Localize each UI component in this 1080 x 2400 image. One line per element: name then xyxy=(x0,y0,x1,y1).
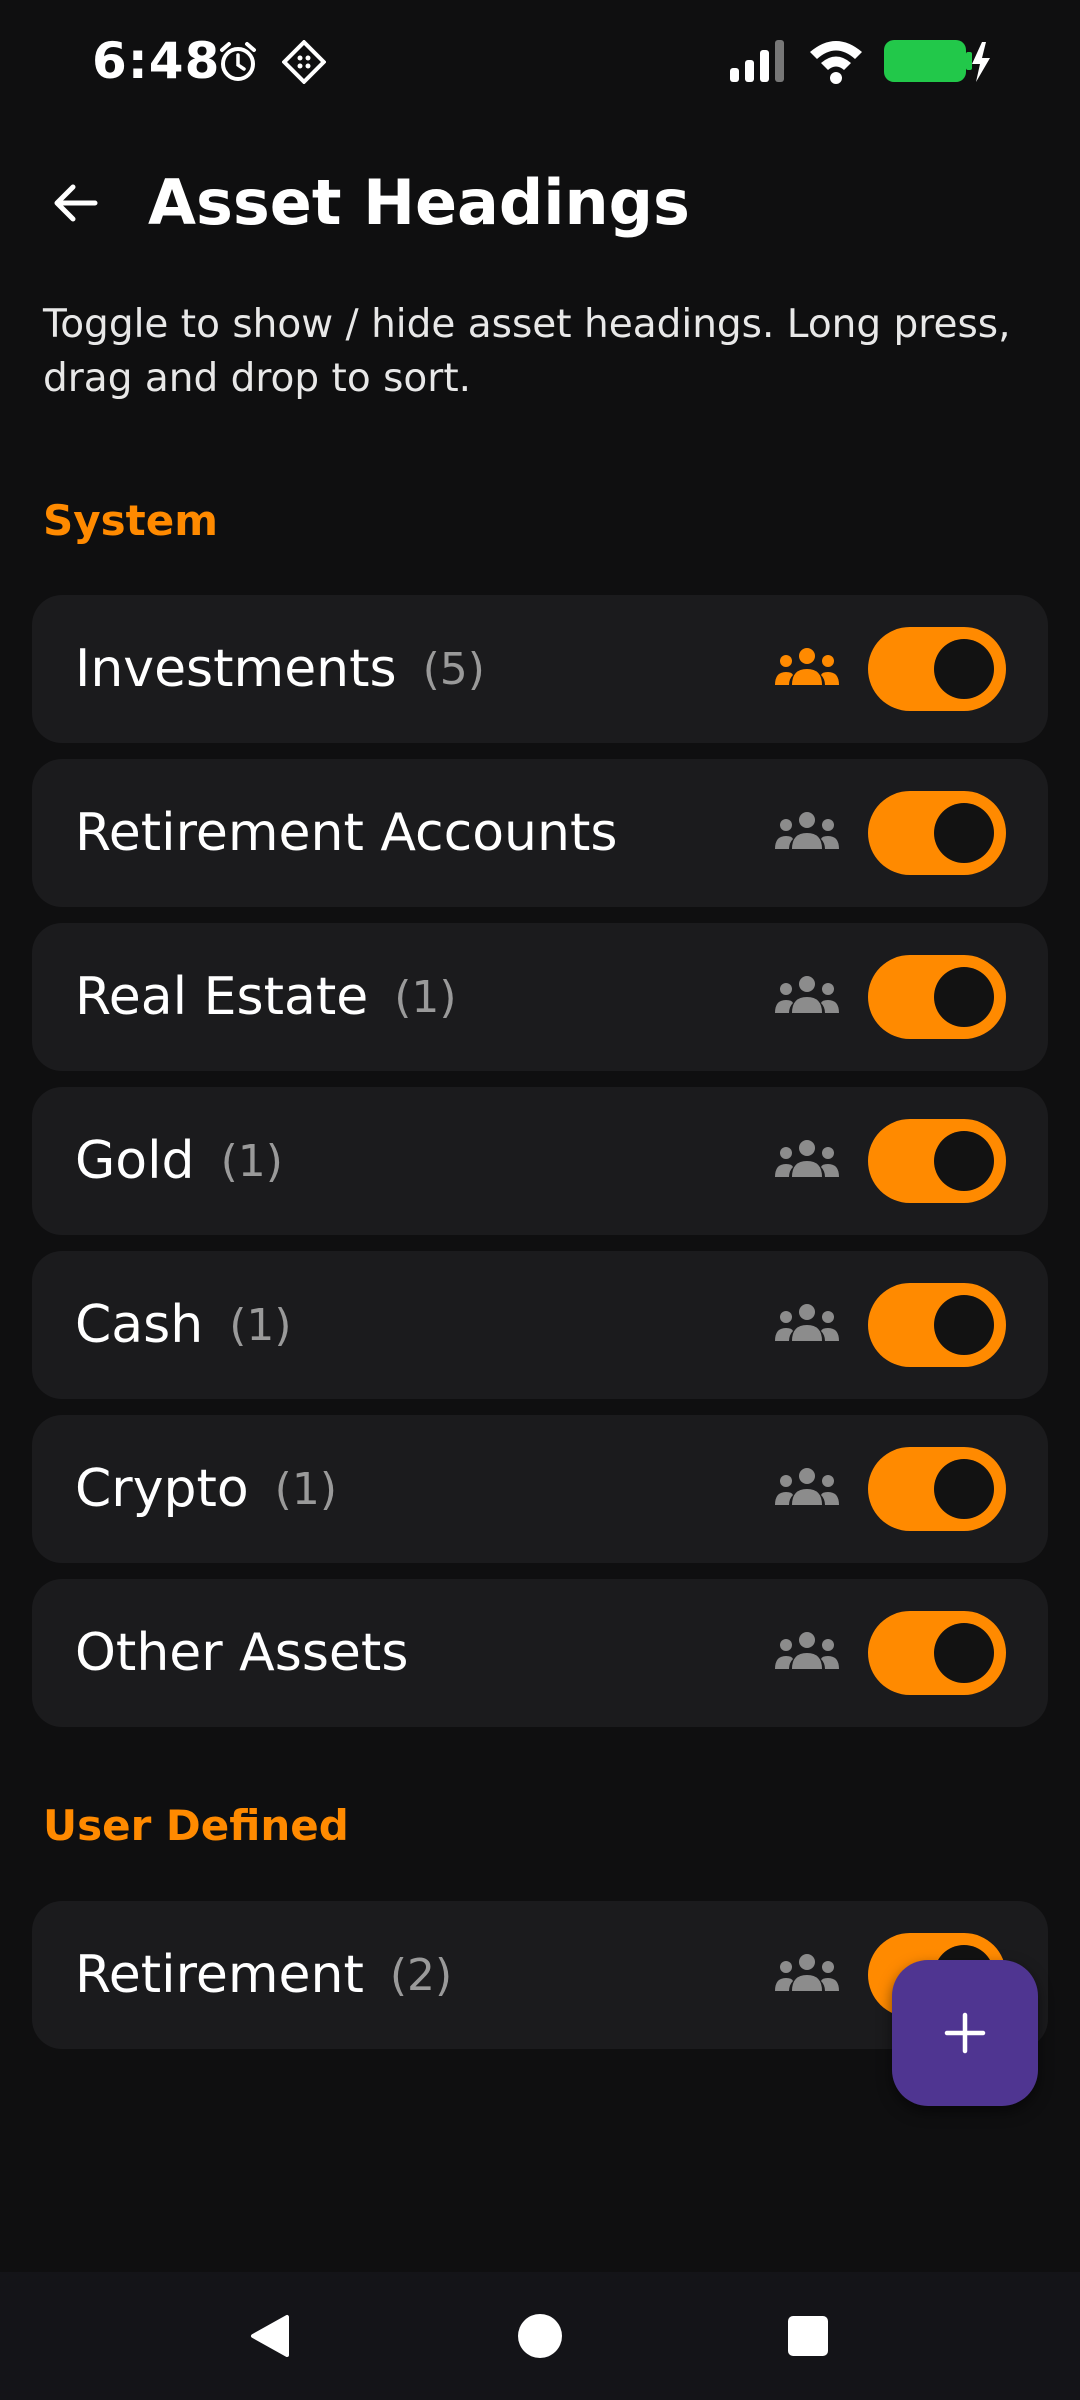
list-item[interactable]: Real Estate (1) xyxy=(32,923,1048,1071)
group-share-icon[interactable] xyxy=(774,809,840,857)
item-label-wrapper: Gold (1) xyxy=(75,1087,283,1235)
system-nav-bar xyxy=(0,2272,1080,2400)
item-label: Other Assets xyxy=(75,1623,409,1683)
page-title: Asset Headings xyxy=(148,166,690,239)
plus-icon xyxy=(944,2012,986,2054)
toggle-knob xyxy=(934,1459,994,1519)
item-label: Investments xyxy=(75,639,397,699)
item-label-wrapper: Retirement Accounts xyxy=(75,759,617,907)
home-circle-icon xyxy=(518,2314,562,2358)
add-heading-button[interactable] xyxy=(892,1960,1038,2106)
toggle-knob xyxy=(934,639,994,699)
visibility-toggle[interactable] xyxy=(868,955,1006,1039)
nav-home-button[interactable] xyxy=(510,2306,570,2366)
visibility-toggle[interactable] xyxy=(868,791,1006,875)
toggle-knob xyxy=(934,1295,994,1355)
group-share-icon[interactable] xyxy=(774,1629,840,1677)
group-share-icon[interactable] xyxy=(774,1951,840,1999)
visibility-toggle[interactable] xyxy=(868,1447,1006,1531)
item-count: (2) xyxy=(389,1949,453,2001)
list-item[interactable]: Other Assets xyxy=(32,1579,1048,1727)
item-count: (1) xyxy=(274,1463,337,1515)
group-share-icon[interactable] xyxy=(774,645,840,693)
status-bar: 6:48 xyxy=(0,0,1080,120)
section-label-user-defined: User Defined xyxy=(43,1801,349,1850)
item-count: (5) xyxy=(422,643,485,695)
group-share-icon[interactable] xyxy=(774,1465,840,1513)
group-share-icon[interactable] xyxy=(774,973,840,1021)
item-label: Real Estate xyxy=(75,967,369,1027)
nav-back-button[interactable] xyxy=(240,2306,300,2366)
nav-recents-button[interactable] xyxy=(778,2306,838,2366)
item-label: Gold xyxy=(75,1131,195,1191)
alarm-icon xyxy=(220,42,256,81)
item-count: (1) xyxy=(229,1299,292,1351)
item-label: Retirement Accounts xyxy=(75,803,618,863)
battery-charging-icon xyxy=(884,40,990,82)
description-text: Toggle to show / hide asset headings. Lo… xyxy=(43,302,1011,401)
visibility-toggle[interactable] xyxy=(868,627,1006,711)
arrow-left-icon xyxy=(54,184,98,222)
item-label: Cash xyxy=(75,1295,204,1355)
status-time: 6:48 xyxy=(92,32,221,90)
item-count: (1) xyxy=(220,1135,283,1187)
item-label-wrapper: Crypto (1) xyxy=(75,1415,337,1563)
list-item[interactable]: Crypto (1) xyxy=(32,1415,1048,1563)
section-label-system: System xyxy=(43,496,218,545)
item-label-wrapper: Cash (1) xyxy=(75,1251,292,1399)
toggle-knob xyxy=(934,803,994,863)
item-label-wrapper: Investments (5) xyxy=(75,595,485,743)
visibility-toggle[interactable] xyxy=(868,1611,1006,1695)
item-label-wrapper: Retirement (2) xyxy=(75,1901,452,2049)
toggle-knob xyxy=(934,967,994,1027)
toggle-knob xyxy=(934,1623,994,1683)
item-count: (1) xyxy=(394,971,457,1023)
signal-icon xyxy=(730,40,784,82)
list-item[interactable]: Investments (5) xyxy=(32,595,1048,743)
list-item[interactable]: Gold (1) xyxy=(32,1087,1048,1235)
group-share-icon[interactable] xyxy=(774,1137,840,1185)
app-notification-icon xyxy=(282,40,326,84)
list-item[interactable]: Retirement Accounts xyxy=(32,759,1048,907)
list-item[interactable]: Cash (1) xyxy=(32,1251,1048,1399)
item-label-wrapper: Real Estate (1) xyxy=(75,923,457,1071)
recents-square-icon xyxy=(788,2316,828,2356)
item-label: Retirement xyxy=(75,1945,364,2005)
visibility-toggle[interactable] xyxy=(868,1119,1006,1203)
back-button[interactable] xyxy=(40,168,110,238)
toggle-knob xyxy=(934,1131,994,1191)
back-triangle-icon xyxy=(251,2315,289,2357)
item-label: Crypto xyxy=(75,1459,249,1519)
group-share-icon[interactable] xyxy=(774,1301,840,1349)
item-label-wrapper: Other Assets xyxy=(75,1579,408,1727)
visibility-toggle[interactable] xyxy=(868,1283,1006,1367)
wifi-icon xyxy=(810,41,862,84)
